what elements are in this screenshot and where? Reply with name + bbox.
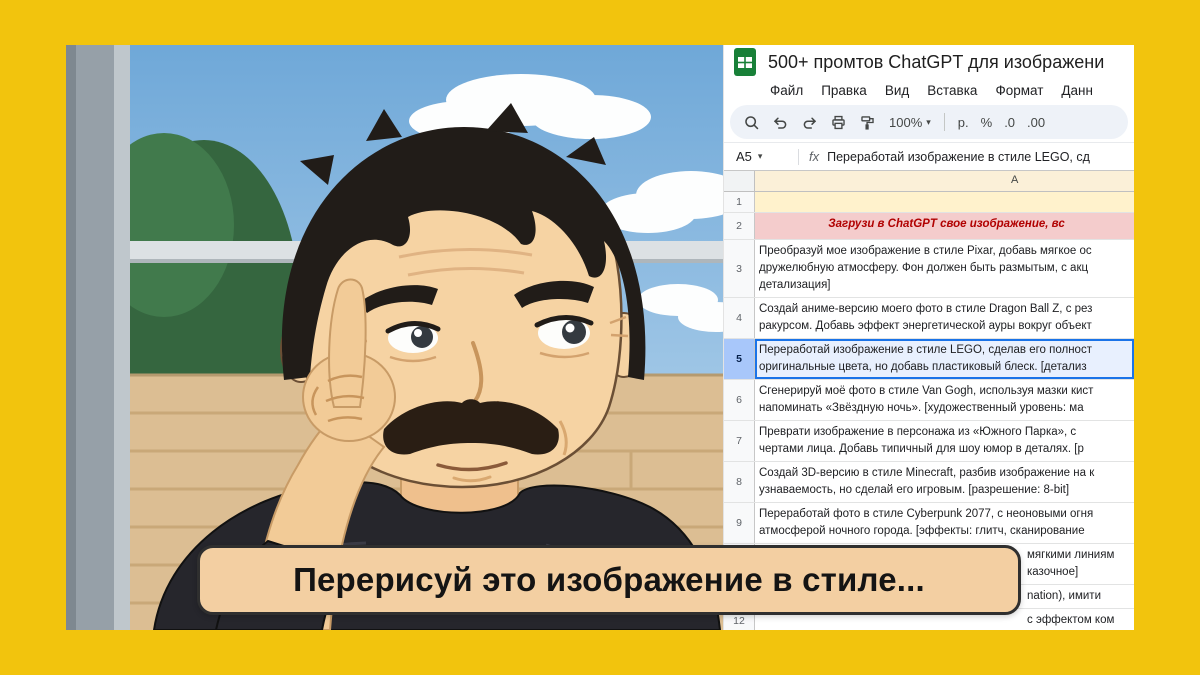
zoom-value: 100% bbox=[889, 114, 923, 130]
row-number[interactable]: 7 bbox=[724, 421, 755, 461]
caption-text: Перерисуй это изображение в стиле... bbox=[293, 561, 925, 598]
cell-text-line: Преобразуй мое изображение в стиле Pixar… bbox=[759, 245, 1092, 257]
cell-text-line: ракурсом. Добавь эффект энергетической а… bbox=[759, 320, 1092, 332]
row-number[interactable]: 9 bbox=[724, 503, 755, 543]
menu-item[interactable]: Файл bbox=[770, 83, 803, 98]
cell-text-line: дружелюбную атмосферу. Фон должен быть р… bbox=[759, 262, 1089, 274]
column-header-a[interactable]: A bbox=[755, 171, 1134, 191]
cell-text-line: узнаваемость, но сделай его игровым. [ра… bbox=[759, 484, 1070, 496]
cell-text-line: Создай аниме-версию моего фото в стиле D… bbox=[759, 303, 1093, 315]
cell-text-line: оригинальные цвета, но добавь пластиковы… bbox=[759, 361, 1087, 373]
row-number[interactable]: 4 bbox=[724, 298, 755, 338]
meme-stage: 500+ промтов ChatGPT для изображени Файл… bbox=[66, 45, 1134, 630]
menu-item[interactable]: Вид bbox=[885, 83, 909, 98]
formula-input[interactable]: Переработай изображение в стиле LEGO, сд bbox=[827, 150, 1134, 164]
cell[interactable]: Преврати изображение в персонажа из «Южн… bbox=[755, 421, 1134, 461]
chevron-down-icon: ▾ bbox=[757, 151, 763, 161]
fx-icon: fx bbox=[809, 149, 820, 164]
cell-text-line: Преврати изображение в персонажа из «Южн… bbox=[759, 426, 1077, 438]
number-format-button[interactable]: % bbox=[975, 115, 999, 130]
sheet-row: 7 Преврати изображение в персонажа из «Юж… bbox=[724, 421, 1134, 462]
cell-text-line: чертами лица. Добавь типичный для шоу юм… bbox=[759, 443, 1084, 455]
cartoon-man-illustration bbox=[66, 45, 723, 630]
cell[interactable]: Создай аниме-версию моего фото в стиле D… bbox=[755, 298, 1134, 338]
menu-item[interactable]: Данн bbox=[1061, 83, 1093, 98]
row-number[interactable]: 8 bbox=[724, 462, 755, 502]
menu-item[interactable]: Формат bbox=[995, 83, 1043, 98]
meme-caption: Перерисуй это изображение в стиле... bbox=[197, 545, 1021, 615]
menu-bar: Файл Правка Вид Вставка Формат Данн bbox=[724, 79, 1134, 101]
menu-item[interactable]: Вставка bbox=[927, 83, 977, 98]
toolbar-divider bbox=[943, 113, 945, 131]
undo-icon[interactable] bbox=[767, 109, 794, 135]
cell-text-line: атмосферой ночного города. [эффекты: гли… bbox=[759, 525, 1085, 537]
toolbar: 100% ▾ р.% .0.00 bbox=[730, 105, 1128, 139]
sheet-row: 9 Переработай фото в стиле Cyberpunk 2077… bbox=[724, 503, 1134, 544]
cell[interactable]: Загрузи в ChatGPT свое изображение, вс bbox=[755, 213, 1134, 239]
column-header-row: A bbox=[724, 171, 1134, 192]
row-number[interactable]: 5 bbox=[724, 339, 755, 379]
cell-text-line: Сгенерируй моё фото в стиле Van Gogh, ис… bbox=[759, 385, 1094, 397]
cell-text-line: детализация] bbox=[759, 279, 831, 291]
sheet-row: 2 Загрузи в ChatGPT свое изображение, вс bbox=[724, 213, 1134, 240]
print-icon[interactable] bbox=[825, 109, 852, 135]
number-format-button[interactable]: р. bbox=[952, 115, 975, 130]
paint-format-icon[interactable] bbox=[854, 109, 881, 135]
sheet-row: 1 bbox=[724, 192, 1134, 213]
document-title[interactable]: 500+ промтов ChatGPT для изображени bbox=[768, 52, 1104, 73]
google-sheets-icon bbox=[734, 48, 756, 76]
name-box[interactable]: A5 ▾ bbox=[724, 149, 794, 164]
index-finger bbox=[328, 278, 367, 408]
menu-item[interactable]: Правка bbox=[821, 83, 867, 98]
meme-page: { "colors": { "frame": "#F2C40D", "selec… bbox=[0, 0, 1200, 675]
sheet-row: 5 Переработай изображение в стиле LEGO, с… bbox=[724, 339, 1134, 380]
search-icon[interactable] bbox=[738, 109, 765, 135]
cell[interactable] bbox=[755, 192, 1134, 212]
cell-text-line: напоминать «Звёздную ночь». [художествен… bbox=[759, 402, 1084, 414]
zoom-control[interactable]: 100% ▾ bbox=[883, 115, 937, 130]
sheet-row: 6 Сгенерируй моё фото в стиле Van Gogh, и… bbox=[724, 380, 1134, 421]
number-format-button[interactable]: .0 bbox=[998, 115, 1021, 130]
redo-icon[interactable] bbox=[796, 109, 823, 135]
row-number[interactable]: 6 bbox=[724, 380, 755, 420]
cell-text-line: Переработай фото в стиле Cyberpunk 2077,… bbox=[759, 508, 1094, 520]
formula-bar: A5 ▾ fx Переработай изображение в стиле … bbox=[724, 142, 1134, 171]
cell[interactable]: Переработай фото в стиле Cyberpunk 2077,… bbox=[755, 503, 1134, 543]
cell[interactable]: Преобразуй мое изображение в стиле Pixar… bbox=[755, 240, 1134, 297]
sheets-titlebar: 500+ промтов ChatGPT для изображени bbox=[724, 45, 1134, 79]
cell[interactable]: Создай 3D-версию в стиле Minecraft, разб… bbox=[755, 462, 1134, 502]
meme-illustration bbox=[66, 45, 723, 630]
format-buttons: р.% .0.00 bbox=[952, 115, 1051, 130]
row-number[interactable]: 2 bbox=[724, 213, 755, 239]
formula-bar-divider bbox=[798, 148, 799, 165]
select-all-corner[interactable] bbox=[724, 171, 755, 191]
active-cell-reference: A5 bbox=[736, 149, 752, 164]
cell-text-line: Переработай изображение в стиле LEGO, сд… bbox=[759, 344, 1092, 356]
row-number[interactable]: 1 bbox=[724, 192, 755, 212]
sheet-row: 4 Создай аниме-версию моего фото в стиле … bbox=[724, 298, 1134, 339]
cell-text-line: Создай 3D-версию в стиле Minecraft, разб… bbox=[759, 467, 1095, 479]
cell[interactable]: Переработай изображение в стиле LEGO, сд… bbox=[755, 339, 1134, 379]
number-format-button[interactable]: .00 bbox=[1021, 115, 1051, 130]
row-number[interactable]: 3 bbox=[724, 240, 755, 297]
sheet-row: 3 Преобразуй мое изображение в стиле Pixa… bbox=[724, 240, 1134, 298]
window-pillar bbox=[66, 45, 130, 630]
cell-text-line: Загрузи в ChatGPT свое изображение, вс bbox=[828, 218, 1065, 230]
cell[interactable]: Сгенерируй моё фото в стиле Van Gogh, ис… bbox=[755, 380, 1134, 420]
left-eye bbox=[385, 321, 441, 353]
column-letter: A bbox=[1011, 174, 1019, 186]
chevron-down-icon: ▾ bbox=[926, 116, 931, 127]
sheet-row: 8 Создай 3D-версию в стиле Minecraft, раз… bbox=[724, 462, 1134, 503]
sheets-window: 500+ промтов ChatGPT для изображени Файл… bbox=[723, 45, 1134, 630]
